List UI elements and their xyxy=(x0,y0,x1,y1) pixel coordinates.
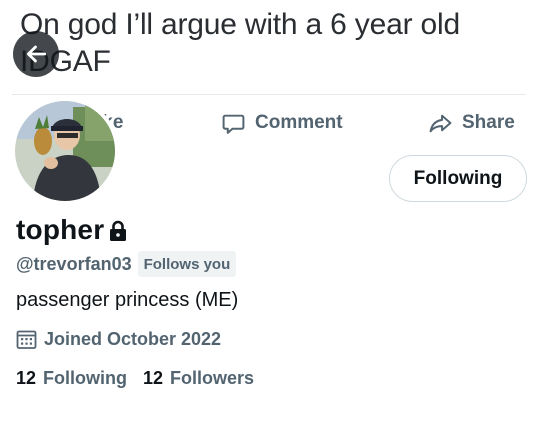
lock-icon xyxy=(110,220,127,241)
following-label: Following xyxy=(43,368,128,388)
share-label: Share xyxy=(462,112,515,133)
avatar[interactable] xyxy=(11,97,119,205)
followers-label: Followers xyxy=(170,368,255,388)
handle-row: @trevorfan03 Follows you xyxy=(16,251,237,277)
comment-label: Comment xyxy=(255,112,343,133)
share-icon xyxy=(429,114,452,132)
profile-bio: passenger princess (ME) xyxy=(16,289,239,311)
banner-line-1: On god I’ll argue with a 6 year old xyxy=(20,8,460,41)
action-divider xyxy=(12,94,526,95)
banner-line-2: IDGAF xyxy=(20,45,111,78)
banner-post-text: On god I’ll argue with a 6 year old IDGA… xyxy=(20,6,530,80)
follows-you-badge: Follows you xyxy=(137,251,237,277)
share-action[interactable]: Share xyxy=(428,109,515,137)
arrow-left-icon xyxy=(27,45,47,63)
following-stat[interactable]: 12 Following xyxy=(16,368,127,389)
user-handle: @trevorfan03 xyxy=(16,253,132,274)
back-button[interactable] xyxy=(13,31,59,77)
following-count: 12 xyxy=(16,368,37,388)
comment-icon xyxy=(222,114,245,134)
follow-stats: 12 Following 12 Followers xyxy=(16,368,270,389)
avatar-photo xyxy=(15,101,115,201)
display-name: topher xyxy=(16,214,105,245)
followers-stat[interactable]: 12 Followers xyxy=(143,368,254,389)
comment-action[interactable]: Comment xyxy=(221,109,343,137)
following-button[interactable]: Following xyxy=(389,155,527,202)
calendar-icon xyxy=(16,330,37,349)
joined-date-row: Joined October 2022 xyxy=(16,329,221,350)
followers-count: 12 xyxy=(143,368,164,388)
display-name-row: topher xyxy=(16,214,128,246)
joined-date: Joined October 2022 xyxy=(44,329,222,349)
